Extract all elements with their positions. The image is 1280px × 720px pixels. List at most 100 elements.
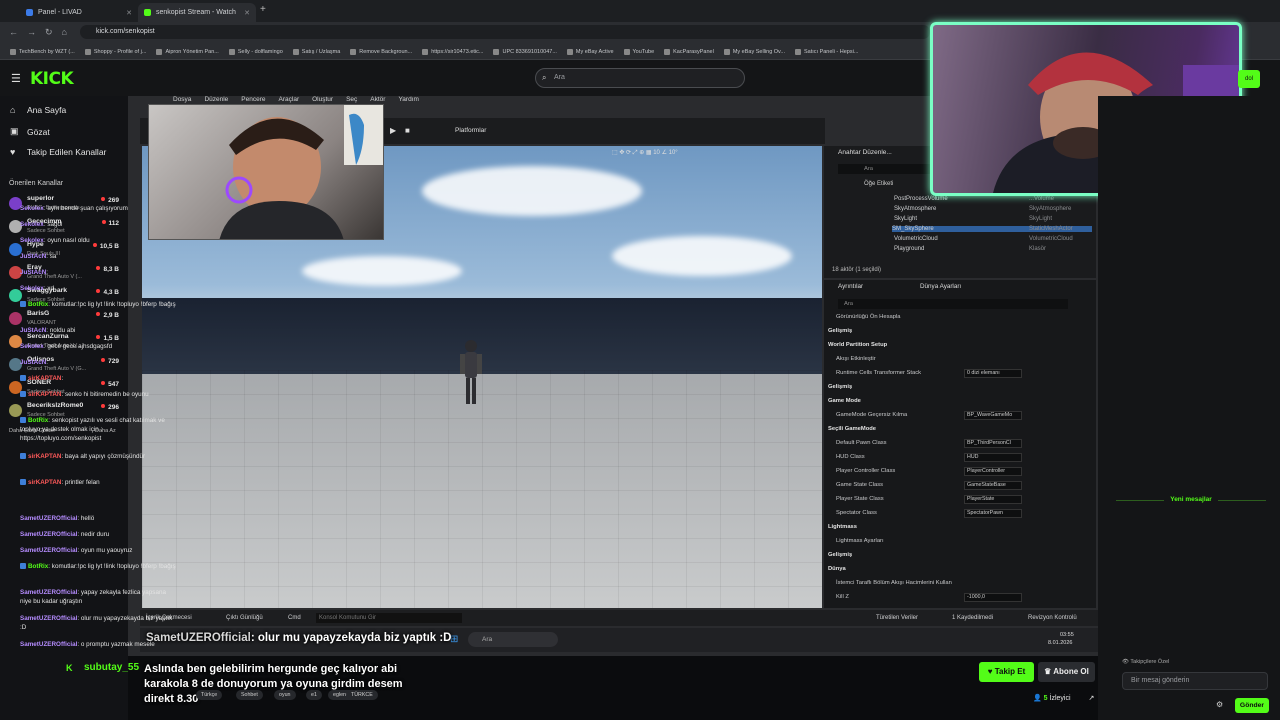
chat-username[interactable]: Sekolex	[20, 237, 44, 244]
outliner-row: SkyAtmosphere	[894, 206, 937, 212]
back-icon[interactable]: ←	[9, 27, 18, 37]
streamer-name[interactable]: subutay_55	[84, 662, 139, 673]
chat-username[interactable]: JuStAcN	[20, 269, 46, 276]
bookmark-item[interactable]: Aipron Yönetim Pan...	[156, 43, 219, 59]
details-value: SpectatorPawn	[964, 509, 1022, 518]
close-tab-icon[interactable]: ✕	[244, 9, 250, 17]
bookmark-item[interactable]: Shoppy - Profile of j...	[84, 43, 146, 59]
viewers-label: İzleyici	[1049, 695, 1071, 702]
details-section-header: Game Mode	[828, 398, 861, 404]
ue-menu-item: Yardım	[398, 96, 419, 103]
chat-input[interactable]: Bir mesaj gönderin	[1122, 672, 1268, 690]
details-property: Akışı Etkinleştir	[836, 356, 876, 362]
chat-username[interactable]: SametUZEROfficial	[20, 615, 77, 622]
bookmark-item[interactable]: TechBench by WZT (...	[10, 43, 75, 59]
chat-username[interactable]: SametUZEROfficial	[20, 515, 77, 522]
chat-message: Sekolex: xd	[20, 284, 176, 293]
details-property: Game State Class	[836, 482, 884, 488]
browser-tab-kick[interactable]: senkopist Stream - Watch ✕	[138, 3, 256, 22]
chat-text: oyun nasıl oldu	[47, 237, 90, 244]
chat-colon: :	[61, 375, 64, 382]
chat-username[interactable]: Sekolex	[20, 285, 44, 292]
join-button-partial[interactable]: dol	[1238, 70, 1260, 88]
sidebar-item-home[interactable]: ⌂ Ana Sayfa	[10, 105, 66, 115]
details-property: Görünürlüğü Ön Hesapla	[836, 314, 901, 320]
bookmark-favicon-icon	[723, 49, 730, 55]
bookmark-item[interactable]: UPC 833691010047...	[493, 43, 557, 59]
play-icon: ▶	[390, 126, 397, 135]
chat-username[interactable]: sirKAPTAN	[28, 479, 61, 486]
stream-tag[interactable]: e1	[306, 690, 322, 700]
reload-icon[interactable]: ↻	[45, 27, 53, 38]
bookmark-item[interactable]: Selly - dolflamingo	[228, 43, 283, 59]
chat-username[interactable]: Sekolex	[20, 221, 44, 228]
search-input[interactable]: ⌕ Ara	[535, 68, 745, 88]
chat-text: oyun mu yaouyruz	[80, 547, 133, 554]
chat-text: printler felan	[64, 479, 100, 486]
chat-username[interactable]: JuStAcN	[20, 359, 46, 366]
bookmark-item[interactable]: KacParasyPanel	[664, 43, 714, 59]
chat-username[interactable]: JuStAcN	[20, 253, 46, 260]
sidebar-item-browse[interactable]: ▣ Gözat	[10, 126, 50, 137]
bookmark-item[interactable]: https://sir10473.etic...	[422, 43, 483, 59]
details-value: PlayerState	[964, 495, 1022, 504]
revision-control: Revizyon Kontrolü	[1028, 615, 1077, 621]
follow-button[interactable]: ♥ Takip Et	[979, 662, 1034, 682]
browser-tab-panel[interactable]: Panel - LIVAD ✕	[20, 3, 138, 22]
ue-menu-item: Oluştur	[312, 96, 334, 103]
chat-username[interactable]: Sekolex	[20, 343, 44, 350]
chat-username[interactable]: SametUZEROfficial	[20, 547, 77, 554]
stream-tag[interactable]: TÜRKCE	[346, 690, 378, 700]
stream-tag[interactable]: Sohbet	[236, 690, 263, 700]
new-tab-icon[interactable]: +	[260, 4, 266, 15]
tab-favicon-icon	[26, 9, 33, 16]
chat-username[interactable]: sirKAPTAN	[28, 453, 61, 460]
stream-tag[interactable]: Türkçe	[196, 690, 223, 700]
subscribe-button[interactable]: ♛ Abone Ol	[1038, 662, 1095, 682]
chat-text: gece gece ajhsdgagsfd	[47, 343, 113, 350]
bookmark-item[interactable]: YouTube	[623, 43, 654, 59]
outliner-type: VolumetricCloud	[1029, 236, 1073, 242]
url-field[interactable]: kick.com/senkopist	[80, 25, 930, 39]
chat-username[interactable]: BotRix	[28, 417, 48, 424]
share-icon[interactable]: ↗	[1089, 695, 1095, 702]
bookmark-item[interactable]: My eBay Selling Ov...	[723, 43, 785, 59]
chat-username[interactable]: SametUZEROfficial	[20, 589, 77, 596]
chat-username[interactable]: sirKAPTAN	[28, 391, 61, 398]
chat-username[interactable]: Sekolex	[20, 205, 44, 212]
chat-settings-icon[interactable]: ⚙	[1216, 700, 1223, 709]
chat-badge-icon	[20, 375, 26, 381]
close-tab-icon[interactable]: ✕	[126, 9, 132, 17]
chat-username[interactable]: BotRix	[28, 563, 48, 570]
home-browser-icon[interactable]: ⌂	[62, 27, 67, 37]
chat-username[interactable]: SametUZEROfficial	[20, 531, 77, 538]
bookmark-favicon-icon	[84, 49, 91, 55]
home-icon: ⌂	[10, 105, 16, 115]
details-search: Ara	[838, 299, 1068, 309]
outliner-type: Klasör	[1029, 246, 1047, 252]
menu-icon[interactable]: ☰	[11, 72, 21, 85]
bookmark-item[interactable]: My eBay Active	[566, 43, 614, 59]
bookmark-label: UPC 833691010047...	[502, 49, 557, 55]
chat-message: SametUZEROfficial: nedir duru	[20, 530, 176, 539]
sidebar-item-heart[interactable]: ♥ Takip Edilen Kanallar	[10, 147, 106, 157]
chat-message: JuStAcN:	[20, 268, 176, 277]
chat-caption-top: SametUZEROfficial: olur mu yapayzekayda …	[146, 632, 451, 644]
chat-username[interactable]: JuStAcN	[20, 327, 46, 334]
send-button[interactable]: Gönder	[1235, 698, 1269, 713]
details-property: Default Pawn Class	[836, 440, 887, 446]
chat-username[interactable]: BotRix	[28, 301, 48, 308]
kick-logo[interactable]: KICK	[30, 69, 74, 89]
chat-message: BotRix: komutlar:!pc lig lyt !link !topl…	[20, 300, 176, 309]
chat-text: senko hi bitiremedin be oyunu	[64, 391, 149, 398]
chat-message: Sekolex: sağol	[20, 220, 176, 229]
chat-username[interactable]: SametUZEROfficial	[20, 641, 77, 648]
bookmark-item[interactable]: Remove Backgroun...	[350, 43, 412, 59]
bookmark-item[interactable]: Satış / Uzlaşma	[292, 43, 340, 59]
stream-tag[interactable]: oyun	[274, 690, 296, 700]
chat-badge-icon	[20, 563, 26, 569]
bookmark-item[interactable]: Satıcı Paneli - Hepsi...	[794, 43, 858, 59]
forward-icon[interactable]: →	[27, 27, 36, 37]
details-property: Kill Z	[836, 594, 849, 600]
chat-username[interactable]: sirKAPTAN	[28, 375, 61, 382]
